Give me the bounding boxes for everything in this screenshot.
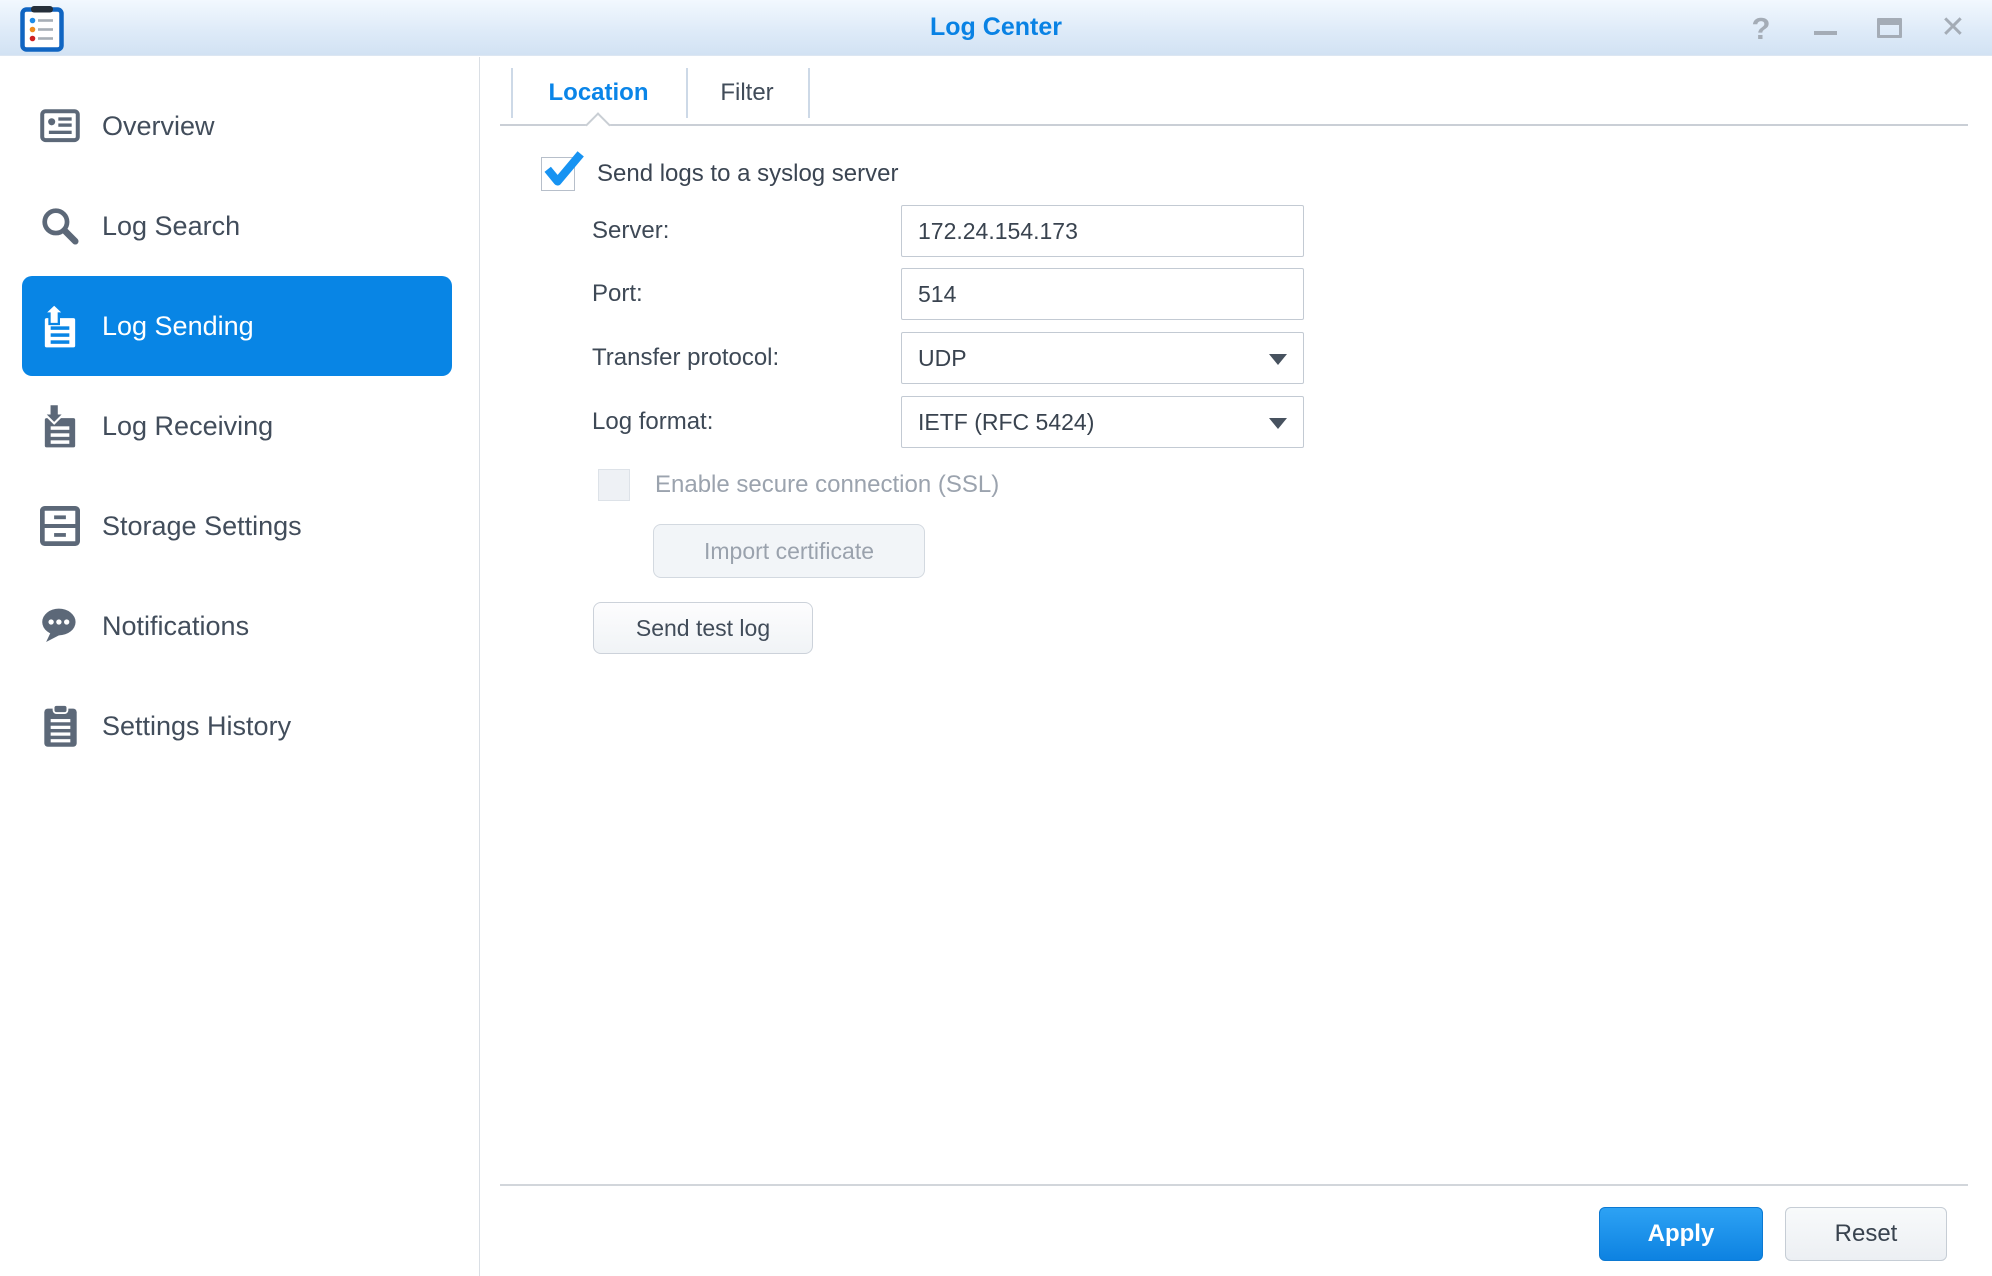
sidebar-item-storage-settings[interactable]: Storage Settings (22, 476, 452, 576)
sidebar-item-settings-history[interactable]: Settings History (22, 676, 452, 776)
footer-divider (500, 1184, 1968, 1186)
log-format-value: IETF (RFC 5424) (918, 409, 1094, 435)
sidebar-item-label: Settings History (102, 711, 291, 742)
port-input[interactable] (901, 268, 1304, 320)
caret-down-icon (1269, 354, 1287, 365)
help-icon: ? (1752, 13, 1771, 44)
checkmark-icon (540, 146, 584, 186)
log-format-label: Log format: (592, 396, 713, 448)
title-bar: Log Center ? ✕ (0, 0, 1992, 56)
tab-separator (808, 68, 810, 118)
window-title: Log Center (0, 0, 1992, 56)
ssl-checkbox (598, 469, 630, 501)
id-card-icon (38, 102, 82, 150)
maximize-icon (1877, 18, 1902, 38)
ssl-checkbox-label: Enable secure connection (SSL) (655, 469, 999, 501)
window-controls: ? ✕ (1744, 0, 1970, 56)
transfer-protocol-label: Transfer protocol: (592, 332, 779, 384)
reset-button[interactable]: Reset (1785, 1207, 1947, 1261)
log-center-window: Log Center ? ✕ (0, 0, 1992, 1276)
minimize-button[interactable] (1808, 8, 1842, 48)
log-format-select[interactable]: IETF (RFC 5424) (901, 396, 1304, 448)
transfer-protocol-value: UDP (918, 345, 967, 371)
clipboard-icon (38, 702, 82, 750)
server-label: Server: (592, 205, 669, 257)
log-send-icon (38, 302, 82, 350)
send-test-log-button[interactable]: Send test log (593, 602, 813, 654)
sidebar-item-log-sending[interactable]: Log Sending (22, 276, 452, 376)
log-receive-icon (38, 402, 82, 450)
caret-down-icon (1269, 418, 1287, 429)
sidebar-item-label: Notifications (102, 611, 249, 642)
sidebar: Overview Log Search Log S (0, 57, 480, 1276)
tab-underline (500, 124, 1968, 126)
minimize-icon (1814, 31, 1837, 35)
apply-button[interactable]: Apply (1599, 1207, 1763, 1261)
storage-drawer-icon (38, 502, 82, 550)
search-icon (38, 202, 82, 250)
sidebar-item-log-receiving[interactable]: Log Receiving (22, 376, 452, 476)
sidebar-item-label: Storage Settings (102, 511, 302, 542)
sidebar-item-log-search[interactable]: Log Search (22, 176, 452, 276)
syslog-checkbox-label: Send logs to a syslog server (597, 157, 899, 191)
sidebar-item-label: Log Receiving (102, 411, 273, 442)
sidebar-item-label: Log Sending (102, 311, 254, 342)
syslog-server-checkbox[interactable] (541, 157, 575, 191)
transfer-protocol-select[interactable]: UDP (901, 332, 1304, 384)
close-button[interactable]: ✕ (1936, 8, 1970, 48)
port-label: Port: (592, 268, 643, 320)
sidebar-item-overview[interactable]: Overview (22, 76, 452, 176)
sidebar-item-label: Log Search (102, 211, 240, 242)
help-button[interactable]: ? (1744, 8, 1778, 48)
tab-filter[interactable]: Filter (686, 64, 808, 122)
maximize-button[interactable] (1872, 8, 1906, 48)
import-certificate-button: Import certificate (653, 524, 925, 578)
close-icon: ✕ (1940, 13, 1965, 43)
speech-bubble-icon (38, 602, 82, 650)
sidebar-item-notifications[interactable]: Notifications (22, 576, 452, 676)
server-input[interactable] (901, 205, 1304, 257)
sidebar-item-label: Overview (102, 111, 215, 142)
